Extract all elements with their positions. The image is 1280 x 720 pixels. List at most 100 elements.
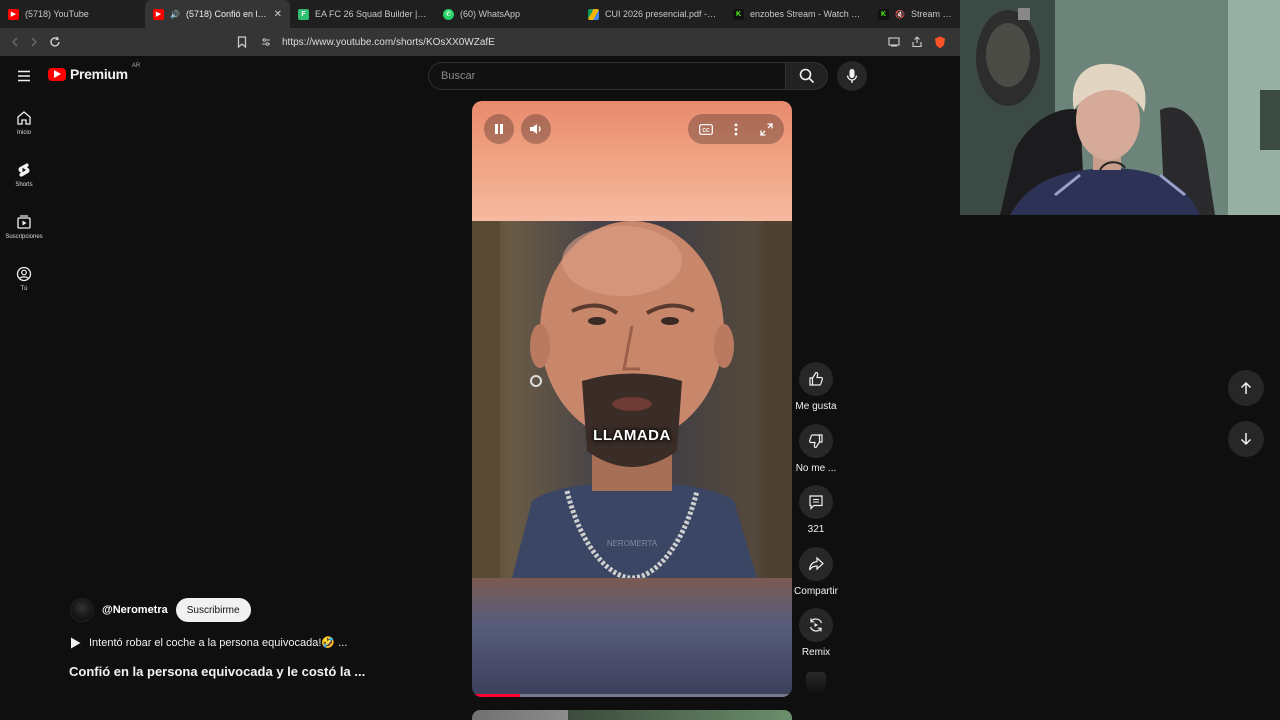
volume-button[interactable] xyxy=(521,114,551,144)
search-button[interactable] xyxy=(786,62,828,90)
sidebar-item-tu[interactable]: Tú xyxy=(0,260,48,312)
volume-icon xyxy=(530,124,541,134)
dislike-action[interactable]: No me ... xyxy=(792,423,840,486)
microphone-icon xyxy=(846,69,858,83)
share-icon xyxy=(808,556,824,570)
channel-handle[interactable]: @Nerometra xyxy=(102,604,168,616)
voice-search-button[interactable] xyxy=(837,61,867,91)
shirt-watermark: NEROMERTA xyxy=(607,539,658,548)
tab-drive-pdf[interactable]: CUI 2026 presencial.pdf - Goo xyxy=(580,0,725,28)
remix-action[interactable]: Remix xyxy=(792,608,840,670)
remix-icon xyxy=(809,618,823,632)
remix-label: Remix xyxy=(801,647,831,658)
progress-bar[interactable] xyxy=(472,694,792,697)
close-tab-icon[interactable]: ✕ xyxy=(274,9,282,20)
blurred-bottom-fill xyxy=(472,578,792,697)
previous-short-button[interactable] xyxy=(1228,370,1264,406)
pause-icon xyxy=(495,124,503,134)
description-row[interactable]: Intentó robar el coche a la persona equi… xyxy=(70,636,347,649)
like-button[interactable] xyxy=(799,362,833,396)
like-action[interactable]: Me gusta xyxy=(792,362,840,424)
comments-button[interactable] xyxy=(799,485,833,519)
share-button[interactable] xyxy=(799,546,833,581)
sidebar-item-label: Tú xyxy=(20,286,28,292)
url-text: https://www.youtube.com/shorts/KOsXX0WZa… xyxy=(282,36,495,48)
tab-whatsapp[interactable]: ✆ (60) WhatsApp xyxy=(435,0,580,28)
tab-youtube[interactable]: ▶ (5718) YouTube xyxy=(0,0,145,28)
kick-icon: K xyxy=(878,8,889,20)
search-box xyxy=(428,62,786,90)
whatsapp-icon: ✆ xyxy=(443,8,454,20)
cast-icon[interactable] xyxy=(884,32,904,52)
hamburger-menu-icon[interactable] xyxy=(14,66,34,86)
tab-kick-stream[interactable]: K enzobes Stream - Watch Live o xyxy=(725,0,870,28)
brave-shield-icon[interactable] xyxy=(930,32,950,52)
tab-kick-dashboard[interactable]: K 🔇 Stream - Kick Dashb xyxy=(870,0,960,28)
more-options-button[interactable] xyxy=(734,123,738,136)
more-vert-icon xyxy=(735,123,738,135)
sound-source-thumbnail[interactable] xyxy=(806,672,826,692)
svg-text:CC: CC xyxy=(702,127,710,133)
fullscreen-button[interactable] xyxy=(760,122,773,136)
webcam-scene-illustration xyxy=(960,0,1280,215)
sidebar-item-label: Inicio xyxy=(16,130,31,136)
like-label: Me gusta xyxy=(795,401,837,412)
region-code: AR xyxy=(131,63,141,69)
dislike-button[interactable] xyxy=(799,423,833,458)
drive-icon xyxy=(588,8,599,20)
reload-icon[interactable] xyxy=(45,32,65,52)
tab-title: CUI 2026 presencial.pdf - Goo xyxy=(605,9,717,19)
tab-title: Stream - Kick Dashb xyxy=(910,9,952,19)
comment-icon xyxy=(809,495,823,510)
progress-fill xyxy=(472,694,520,697)
video-description: Intentó robar el coche a la persona equi… xyxy=(89,637,348,649)
closed-captions-icon: CC xyxy=(698,123,713,135)
action-column: Me gusta No me ... 321 Compartir Remix xyxy=(792,362,840,670)
futbin-icon: F xyxy=(298,8,309,20)
player-right-controls: CC xyxy=(688,114,784,144)
thumbs-down-icon xyxy=(809,433,823,448)
remix-button[interactable] xyxy=(799,608,833,642)
closed-captions-button[interactable]: CC xyxy=(698,123,713,135)
browser-tab-strip: ▶ (5718) YouTube ▶ 🔊 (5718) Confió en la… xyxy=(0,0,960,28)
back-icon[interactable] xyxy=(5,32,25,52)
bookmark-icon[interactable] xyxy=(232,32,252,52)
youtube-icon: ▶ xyxy=(8,8,19,20)
tab-active-short[interactable]: ▶ 🔊 (5718) Confió en la per ✕ xyxy=(145,0,290,28)
muted-icon: 🔇 xyxy=(895,9,905,19)
next-short-button[interactable] xyxy=(1228,421,1264,457)
share-label: Compartir xyxy=(794,585,838,597)
video-title[interactable]: Confió en la persona equivocada y le cos… xyxy=(69,664,365,679)
thumbs-up-icon xyxy=(809,371,823,386)
comment-count: 321 xyxy=(807,524,825,535)
arrow-up-icon xyxy=(1240,381,1252,394)
webcam-overlay xyxy=(960,0,1280,215)
share-action[interactable]: Compartir xyxy=(792,546,840,609)
channel-row: @Nerometra Suscribirme xyxy=(70,598,251,622)
sidebar-item-label: Suscripciones xyxy=(5,234,43,240)
arrow-down-icon xyxy=(1240,433,1252,446)
speaker-icon: 🔊 xyxy=(170,9,180,19)
comments-action[interactable]: 321 xyxy=(792,485,840,547)
search-input[interactable] xyxy=(441,70,785,82)
play-pause-button[interactable] xyxy=(484,114,514,144)
share-page-icon[interactable] xyxy=(907,32,927,52)
sidebar-item-suscripciones[interactable]: Suscripciones xyxy=(0,208,48,260)
tab-futbin[interactable]: F EA FC 26 Squad Builder | FUTB xyxy=(290,0,435,28)
sidebar-item-inicio[interactable]: Inicio xyxy=(0,104,48,156)
search-icon xyxy=(799,68,814,84)
address-bar[interactable]: https://www.youtube.com/shorts/KOsXX0WZa… xyxy=(258,31,958,53)
youtube-premium-logo[interactable]: Premium AR xyxy=(48,63,141,82)
video-caption: LLAMADA xyxy=(593,427,671,444)
forward-icon[interactable] xyxy=(24,32,44,52)
logo-text: Premium xyxy=(70,66,128,82)
shorts-icon xyxy=(18,163,30,177)
shorts-player[interactable]: NEROMERTA LLAMADA CC xyxy=(472,101,792,697)
sidebar-item-shorts[interactable]: Shorts xyxy=(0,156,48,208)
site-settings-icon[interactable] xyxy=(258,34,274,50)
tab-title: (5718) Confió en la per xyxy=(185,9,268,19)
avatar[interactable] xyxy=(70,598,94,622)
youtube-icon: ▶ xyxy=(153,8,164,20)
next-short-preview[interactable] xyxy=(472,710,792,720)
subscribe-button[interactable]: Suscribirme xyxy=(175,598,251,622)
